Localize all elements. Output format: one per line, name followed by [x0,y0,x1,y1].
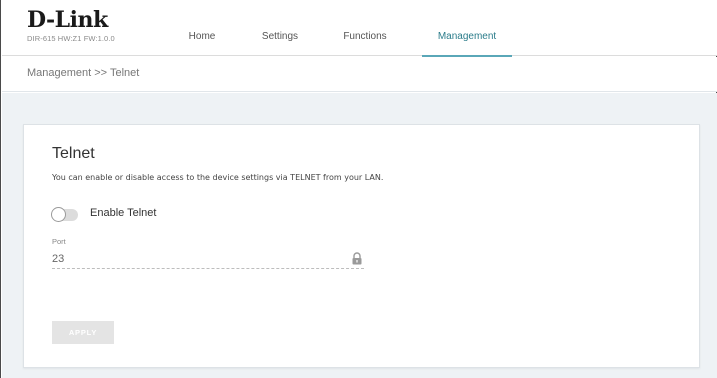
toggle-knob [51,207,66,222]
nav-functions[interactable]: Functions [334,0,396,56]
page-frame: D-Link DIR-615 HW:Z1 FW:1.0.0 Home Setti… [0,0,717,378]
port-label: Port [52,237,66,246]
logo-text: D-Link [27,7,108,33]
enable-telnet-label: Enable Telnet [90,207,157,219]
apply-button[interactable]: APPLY [52,321,114,344]
header: D-Link DIR-615 HW:Z1 FW:1.0.0 Home Setti… [2,0,717,57]
breadcrumb-bar: Management >> Telnet [2,57,717,92]
enable-telnet-toggle[interactable] [51,207,78,222]
model-info: DIR-615 HW:Z1 FW:1.0.0 [27,34,115,43]
dlink-logo[interactable]: D-Link DIR-615 HW:Z1 FW:1.0.0 [27,8,115,43]
telnet-card: Telnet You can enable or disable access … [23,124,700,368]
page-description: You can enable or disable access to the … [52,173,384,182]
nav-management[interactable]: Management [422,0,512,57]
breadcrumb: Management >> Telnet [27,67,140,79]
nav-management-label: Management [437,31,497,42]
page-title: Telnet [52,145,95,162]
port-field[interactable] [52,249,364,269]
lock-icon [352,252,362,265]
nav-home[interactable]: Home [177,0,227,56]
nav-settings[interactable]: Settings [255,0,305,56]
